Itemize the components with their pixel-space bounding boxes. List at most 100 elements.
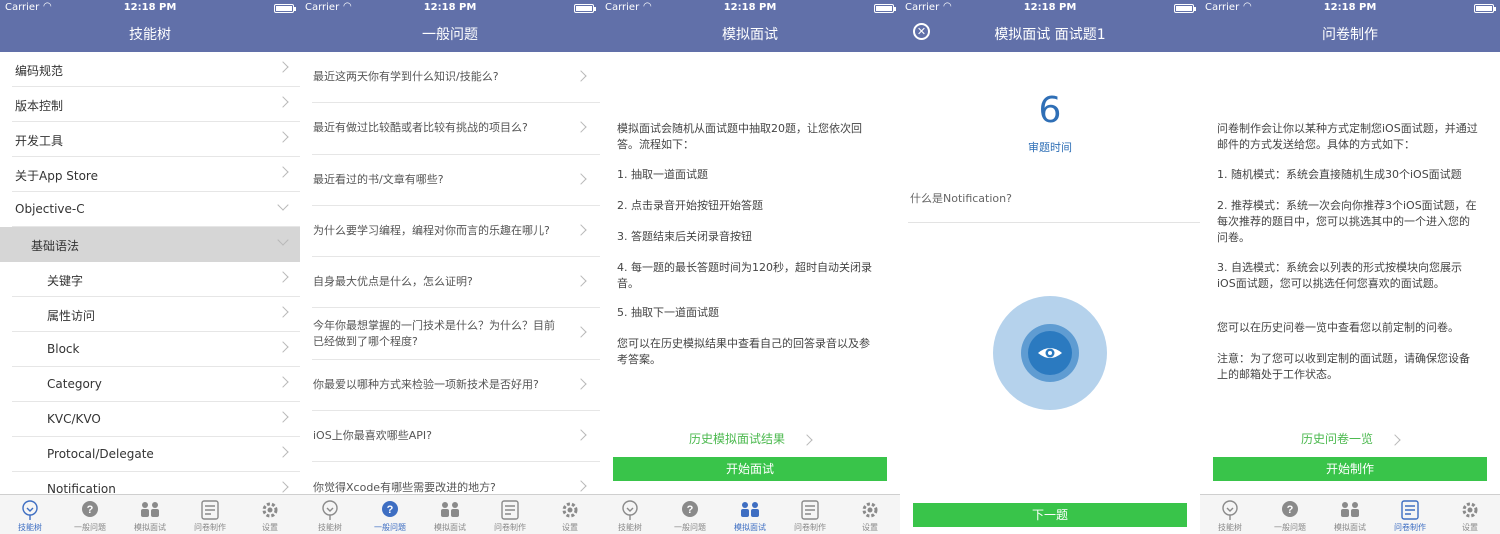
tab-question[interactable]: ? 一般问题 xyxy=(360,495,420,534)
history-results-link[interactable]: 历史模拟面试结果 xyxy=(600,430,900,447)
question-row[interactable]: iOS上你最喜欢哪些API? xyxy=(312,411,600,463)
tab-label: 模拟面试 xyxy=(134,523,166,532)
tab-question[interactable]: ? 一般问题 xyxy=(60,495,120,534)
tree-item-label: Notification xyxy=(47,482,116,494)
tree-item[interactable]: Protocal/Delegate xyxy=(12,437,300,472)
tab-gear[interactable]: 设置 xyxy=(240,495,300,534)
question-text: 什么是Notification? xyxy=(910,192,1012,205)
tab-questionnaire[interactable]: 问卷制作 xyxy=(1380,495,1440,534)
notice-text: 注意：为了您可以收到定制的面试题，请确保您设备上的邮箱处于工作状态。 xyxy=(1217,352,1470,381)
question-row[interactable]: 自身最大优点是什么，怎么证明? xyxy=(312,257,600,309)
tree-item[interactable]: 属性访问 xyxy=(12,297,300,332)
tree-item[interactable]: Block xyxy=(12,332,300,367)
page-title: 模拟面试 面试题1 xyxy=(994,27,1106,43)
start-questionnaire-button[interactable]: 开始制作 xyxy=(1213,457,1487,481)
tab-tree[interactable]: 技能树 xyxy=(600,495,660,534)
mode-recommend-text: 2. 推荐模式：系统一次会向你推荐3个iOS面试题，在每次推荐的题目中，您可以挑… xyxy=(1217,199,1477,244)
next-question-button[interactable]: 下一题 xyxy=(913,503,1187,527)
tree-item[interactable]: 关键字 xyxy=(12,262,300,297)
question-row[interactable]: 为什么要学习编程，编程对你而言的乐趣在哪儿? xyxy=(312,206,600,258)
clock-label: 12:18 PM xyxy=(1323,2,1377,13)
tree-item-label: Objective-C xyxy=(15,202,85,216)
svg-text:?: ? xyxy=(1287,504,1294,516)
tab-questionnaire[interactable]: 问卷制作 xyxy=(480,495,540,534)
tab-tree[interactable]: 技能树 xyxy=(1200,495,1260,534)
question-row[interactable]: 你最爱以哪种方式来检验一项新技术是否好用? xyxy=(312,360,600,412)
tab-interview[interactable]: 模拟面试 xyxy=(420,495,480,534)
tree-item[interactable]: 开发工具 xyxy=(12,122,300,157)
tree-icon xyxy=(0,500,60,520)
tab-interview[interactable]: 模拟面试 xyxy=(720,495,780,534)
history-hint-text: 您可以在历史模拟结果中查看自己的回答录音以及参考答案。 xyxy=(617,337,870,366)
tab-label: 技能树 xyxy=(318,523,342,532)
question-row[interactable]: 最近这两天你有学到什么知识/技能么? xyxy=(312,52,600,104)
tab-gear[interactable]: 设置 xyxy=(540,495,600,534)
tree-item[interactable]: KVC/KVO xyxy=(12,402,300,437)
question-label: 为什么要学习编程，编程对你而言的乐趣在哪儿? xyxy=(313,224,550,238)
screen-interview-question: Carrier ◠ 12:18 PM ✕ 模拟面试 面试题1 6 审题时间 什么… xyxy=(900,0,1200,534)
tree-item[interactable]: Objective-C xyxy=(12,192,300,227)
step-4-text: 4. 每一题的最长答题时间为120秒，超时自动关闭录音。 xyxy=(617,261,872,290)
nav-bar: Carrier ◠ 12:18 PM ✕ 模拟面试 面试题1 xyxy=(900,0,1200,52)
question-row[interactable]: 今年你最想掌握的一门技术是什么？为什么？目前已经做到了哪个程度? xyxy=(312,308,600,360)
chevron-right-icon xyxy=(575,429,587,441)
step-3-text: 3. 答题结束后关闭录音按钮 xyxy=(617,230,752,243)
step-2-text: 2. 点击录音开始按钮开始答题 xyxy=(617,199,763,212)
question-row[interactable]: 最近有做过比较酷或者比较有挑战的项目么? xyxy=(312,103,600,155)
questionnaire-icon xyxy=(480,500,540,520)
tab-questionnaire[interactable]: 问卷制作 xyxy=(780,495,840,534)
tab-bar: 技能树? 一般问题 模拟面试 问卷制作 设置 xyxy=(0,494,300,534)
tree-item-label: Block xyxy=(47,342,80,356)
tree-item[interactable]: Notification xyxy=(12,472,300,494)
tab-interview[interactable]: 模拟面试 xyxy=(1320,495,1380,534)
svg-text:?: ? xyxy=(687,504,694,516)
tree-item-label: 关于App Store xyxy=(15,169,98,183)
screen-mock-interview: Carrier ◠ 12:18 PM 模拟面试 模拟面试会随机从面试题中抽取20… xyxy=(600,0,900,534)
tree-item[interactable]: 基础语法 xyxy=(0,227,300,262)
chevron-right-icon xyxy=(277,166,289,178)
question-icon: ? xyxy=(660,500,720,520)
chevron-right-icon xyxy=(277,376,289,388)
tab-gear[interactable]: 设置 xyxy=(1440,495,1500,534)
tab-gear[interactable]: 设置 xyxy=(840,495,900,534)
mode-select-text: 3. 自选模式：系统会以列表的形式按模块向您展示iOS面试题，您可以挑选任何您喜… xyxy=(1217,261,1462,290)
chevron-right-icon xyxy=(1389,433,1401,446)
battery-icon xyxy=(874,4,896,13)
history-questionnaire-link[interactable]: 历史问卷一览 xyxy=(1200,430,1500,447)
tree-item[interactable]: 编码规范 xyxy=(12,52,300,87)
question-row[interactable]: 你觉得Xcode有哪些需要改进的地方? xyxy=(312,462,600,494)
chevron-down-icon xyxy=(277,234,289,246)
question-label: 你最爱以哪种方式来检验一项新技术是否好用? xyxy=(313,377,539,391)
chevron-right-icon xyxy=(277,446,289,458)
step-5-text: 5. 抽取下一道面试题 xyxy=(617,306,719,319)
page-title: 一般问题 xyxy=(422,27,478,43)
tab-label: 模拟面试 xyxy=(434,523,466,532)
tree-item[interactable]: Category xyxy=(12,367,300,402)
clock-label: 12:18 PM xyxy=(123,2,177,13)
question-icon: ? xyxy=(1260,500,1320,520)
tree-item-label: 关键字 xyxy=(47,274,84,288)
nav-bar: Carrier ◠ 12:18 PM 技能树 xyxy=(0,0,300,52)
tab-interview[interactable]: 模拟面试 xyxy=(120,495,180,534)
tab-question[interactable]: ? 一般问题 xyxy=(1260,495,1320,534)
screen-questionnaire: Carrier ◠ 12:18 PM 问卷制作 问卷制作会让你以某种方式定制您i… xyxy=(1200,0,1500,534)
tree-item[interactable]: 版本控制 xyxy=(12,87,300,122)
status-bar: Carrier ◠ 12:18 PM xyxy=(600,0,900,17)
chevron-right-icon xyxy=(575,172,587,185)
timer-label: 审题时间 xyxy=(1028,141,1072,154)
tab-tree[interactable]: 技能树 xyxy=(0,495,60,534)
tab-label: 设置 xyxy=(262,523,278,532)
question-row[interactable]: 最近看过的书/文章有哪些? xyxy=(312,155,600,206)
question-label: 你觉得Xcode有哪些需要改进的地方? xyxy=(313,480,496,494)
tree-item-label: KVC/KVO xyxy=(47,412,101,426)
tree-item[interactable]: 关于App Store xyxy=(12,157,300,192)
question-label: iOS上你最喜欢哪些API? xyxy=(313,429,432,443)
screen-general-questions: Carrier ◠ 12:18 PM 一般问题 最近这两天你有学到什么知识/技能… xyxy=(300,0,600,534)
tab-bar: 技能树? 一般问题 模拟面试 问卷制作 设置 xyxy=(600,494,900,534)
record-button[interactable] xyxy=(993,296,1107,410)
start-interview-button[interactable]: 开始面试 xyxy=(613,457,887,481)
tab-tree[interactable]: 技能树 xyxy=(300,495,360,534)
page-title: 问卷制作 xyxy=(1322,27,1378,43)
tab-questionnaire[interactable]: 问卷制作 xyxy=(180,495,240,534)
tab-question[interactable]: ? 一般问题 xyxy=(660,495,720,534)
